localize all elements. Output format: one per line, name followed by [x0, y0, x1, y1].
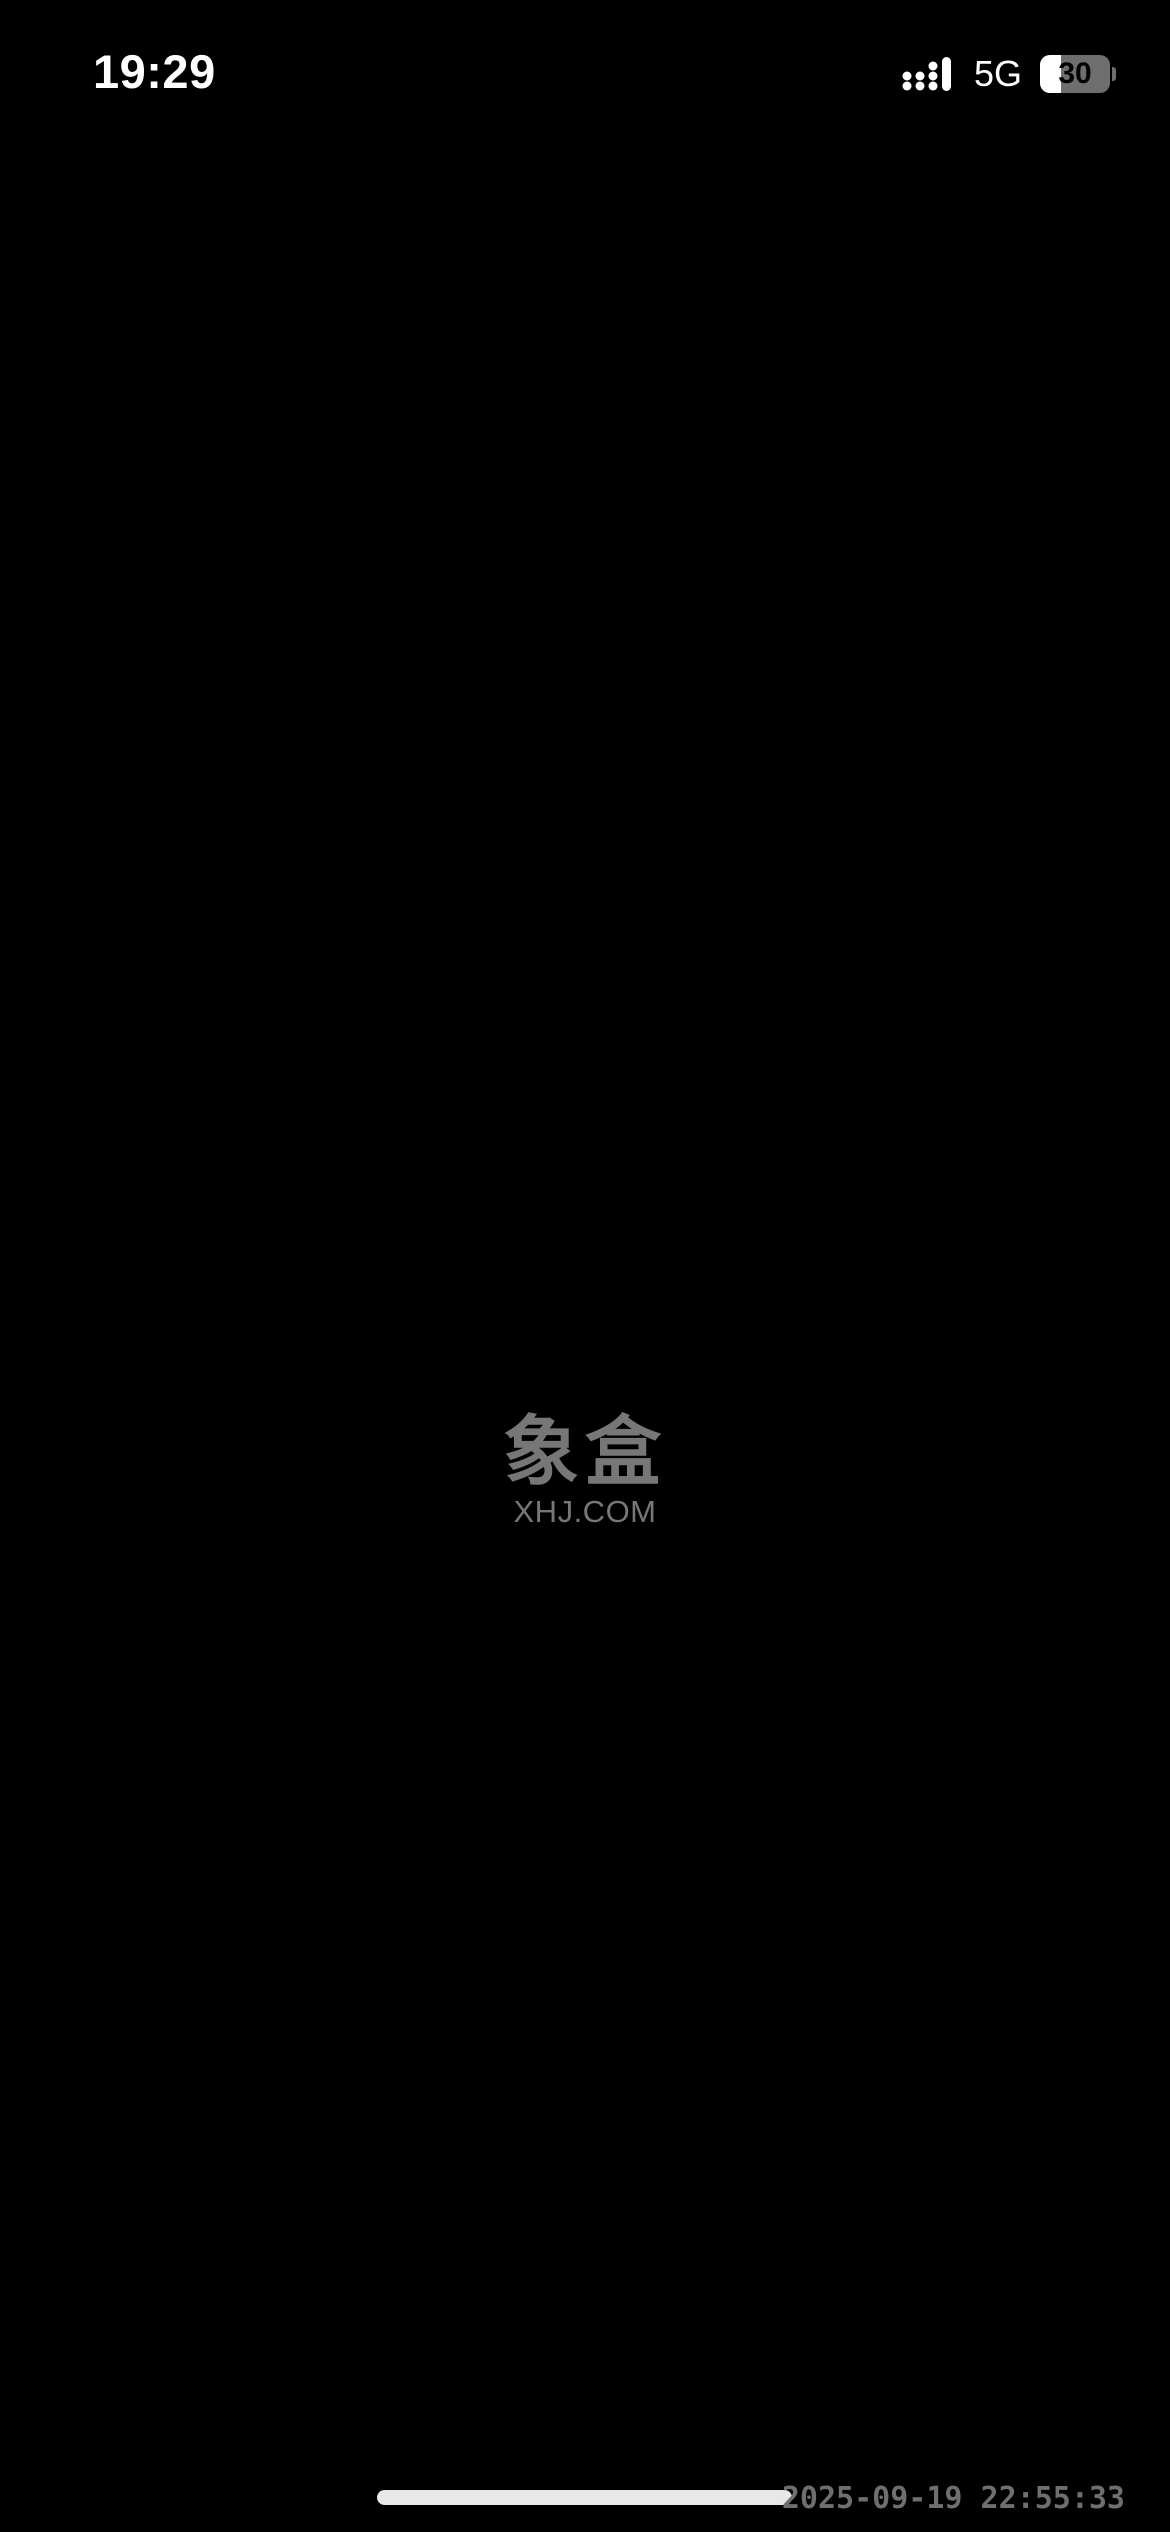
status-bar: 19:29 5G 30	[0, 0, 1170, 150]
home-indicator-bar[interactable]	[377, 2490, 792, 2505]
splash-logo: 象盒 XHJ.COM	[485, 1410, 685, 1530]
battery-icon: 30	[1040, 55, 1116, 93]
status-indicators: 5G 30	[902, 52, 1116, 96]
timestamp-overlay: 2025-09-19 22:55:33	[781, 2481, 1125, 2516]
status-time: 19:29	[93, 45, 216, 98]
network-type-label: 5G	[973, 53, 1022, 94]
cellular-signal-icon	[902, 55, 956, 93]
logo-domain: XHJ.COM	[513, 1494, 657, 1529]
logo-mark: 象盒	[503, 1407, 667, 1496]
battery-level-label: 30	[1058, 57, 1092, 90]
